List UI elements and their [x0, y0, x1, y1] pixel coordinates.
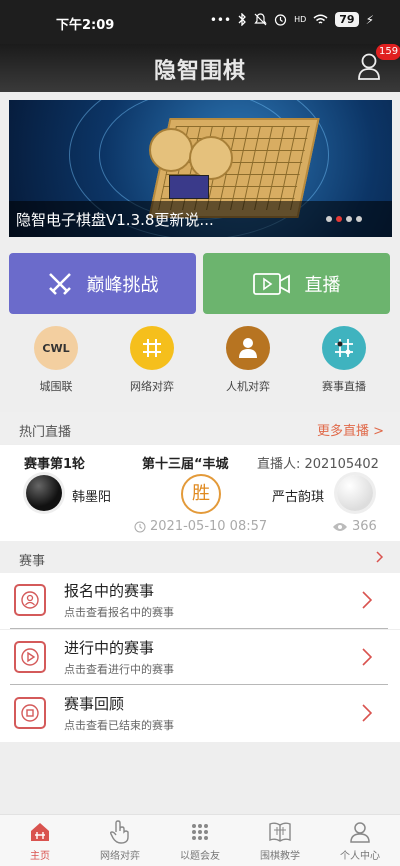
- live-datetime-text: 2021-05-10 08:57: [150, 519, 268, 534]
- quick-item-label: 网络对弈: [130, 380, 174, 393]
- cwl-logo-icon: CWL: [34, 326, 78, 370]
- live-streamer: 直播人: 202105402: [257, 457, 379, 472]
- event-item-review[interactable]: 赛事回顾 点击查看已结束的赛事: [0, 686, 400, 742]
- peak-challenge-button[interactable]: 巅峰挑战: [9, 253, 196, 314]
- person-icon: [226, 326, 270, 370]
- events-title: 赛事: [19, 554, 46, 569]
- profile-icon: [320, 819, 400, 845]
- status-bar: 下午2:09 ••• HD 79 ⚡: [0, 0, 400, 44]
- home-icon: [0, 819, 80, 845]
- tab-online-play[interactable]: 网络对弈: [80, 819, 160, 862]
- chevron-right-icon: [362, 704, 372, 722]
- tab-label: 主页: [30, 851, 50, 862]
- black-player-name: 韩墨阳: [72, 490, 112, 505]
- pagination-dot-active: [336, 216, 342, 222]
- live-views: 366: [332, 519, 377, 534]
- event-item-ongoing[interactable]: 进行中的赛事 点击查看进行中的赛事: [0, 630, 400, 686]
- bluetooth-icon: [238, 13, 246, 26]
- grid-icon: [130, 326, 174, 370]
- stop-icon: [14, 697, 46, 729]
- hand-icon: [80, 819, 160, 845]
- tab-label: 以题会友: [180, 851, 220, 862]
- white-stone-avatar: [337, 475, 373, 511]
- event-item-subtitle: 点击查看进行中的赛事: [64, 663, 174, 676]
- tab-puzzles[interactable]: 以题会友: [160, 819, 240, 862]
- hot-live-header: 热门直播 更多直播 >: [0, 412, 400, 444]
- more-live-link[interactable]: 更多直播 >: [317, 420, 384, 439]
- divider: [10, 684, 388, 685]
- dots-icon: •••: [209, 12, 232, 27]
- mute-icon: [254, 13, 267, 26]
- pagination-dot: [346, 216, 352, 222]
- book-icon: [240, 819, 320, 845]
- battery-indicator: 79: [335, 12, 359, 27]
- tab-label: 个人中心: [340, 851, 380, 862]
- banner-caption: 隐智电子棋盘V1.3.8更新说...: [16, 211, 214, 229]
- video-camera-icon: [252, 272, 290, 295]
- stone-bowl-image: [189, 136, 233, 180]
- chevron-right-icon: [362, 591, 372, 609]
- event-item-subtitle: 点击查看报名中的赛事: [64, 606, 174, 619]
- notification-badge: 159: [376, 44, 400, 60]
- puzzle-icon: [160, 819, 240, 845]
- live-label: 直播: [304, 274, 341, 296]
- app-title: 隐智围棋: [153, 59, 246, 84]
- banner-pagination: [326, 216, 362, 222]
- wifi-icon: [313, 14, 328, 24]
- chevron-right-icon: [362, 648, 372, 666]
- eye-icon: [333, 522, 347, 531]
- event-item-title: 进行中的赛事: [64, 639, 155, 657]
- event-item-title: 赛事回顾: [64, 695, 125, 713]
- pagination-dot: [326, 216, 332, 222]
- quick-item-label: 赛事直播: [322, 380, 366, 393]
- signup-icon: [14, 584, 46, 616]
- quick-item-label: 城围联: [39, 380, 73, 393]
- play-icon: [14, 641, 46, 673]
- board-broadcast-icon: [322, 326, 366, 370]
- tab-home[interactable]: 主页: [0, 819, 80, 862]
- white-player-name: 严古韵琪: [272, 490, 325, 505]
- quick-item-cwl[interactable]: CWL 城围联: [6, 326, 106, 394]
- live-views-count: 366: [352, 519, 377, 534]
- live-event-name: 第十三届“丰城: [142, 457, 229, 472]
- banner-caption-bar: 隐智电子棋盘V1.3.8更新说...: [9, 201, 392, 237]
- peak-challenge-label: 巅峰挑战: [86, 274, 159, 296]
- divider: [10, 628, 388, 629]
- quick-item-event-live[interactable]: 赛事直播: [294, 326, 394, 394]
- live-round: 赛事第1轮: [24, 457, 86, 472]
- event-item-subtitle: 点击查看已结束的赛事: [64, 719, 174, 732]
- live-datetime: 2021-05-10 08:57: [134, 519, 267, 534]
- alarm-icon: [274, 14, 287, 26]
- result-badge: 胜: [181, 474, 221, 514]
- live-button[interactable]: 直播: [203, 253, 390, 314]
- pagination-dot: [356, 216, 362, 222]
- quick-item-label: 人机对弈: [226, 380, 270, 393]
- event-item-registering[interactable]: 报名中的赛事 点击查看报名中的赛事: [0, 573, 400, 629]
- tab-label: 围棋教学: [260, 851, 300, 862]
- quick-item-ai-play[interactable]: 人机对弈: [198, 326, 298, 394]
- app-header: 隐智围棋: [0, 44, 400, 92]
- tab-profile[interactable]: 个人中心: [320, 819, 400, 862]
- clock-icon: [134, 521, 146, 532]
- quick-item-online-play[interactable]: 网络对弈: [102, 326, 202, 394]
- chevron-right-icon: [376, 551, 384, 563]
- status-time: 下午2:09: [56, 18, 115, 33]
- charging-icon: ⚡: [365, 12, 374, 27]
- tab-go-lessons[interactable]: 围棋教学: [240, 819, 320, 862]
- black-stone-avatar: [26, 475, 62, 511]
- news-banner[interactable]: 隐智电子棋盘V1.3.8更新说...: [9, 100, 392, 237]
- status-icons: ••• HD 79 ⚡: [210, 12, 374, 27]
- hd-icon: HD: [294, 15, 307, 24]
- hot-live-title: 热门直播: [19, 425, 72, 440]
- stone-bowl-image: [149, 128, 193, 172]
- tab-label: 网络对弈: [100, 851, 140, 862]
- device-screen-image: [169, 175, 209, 199]
- event-item-title: 报名中的赛事: [64, 582, 155, 600]
- crossed-swords-icon: [48, 272, 71, 295]
- bottom-tab-bar: 主页 网络对弈 以题会友 围棋教学 个人中心: [0, 814, 400, 866]
- events-header[interactable]: 赛事: [0, 541, 400, 573]
- live-game-card[interactable]: 赛事第1轮 第十三届“丰城 直播人: 202105402 韩墨阳 胜 严古韵琪 …: [0, 445, 400, 541]
